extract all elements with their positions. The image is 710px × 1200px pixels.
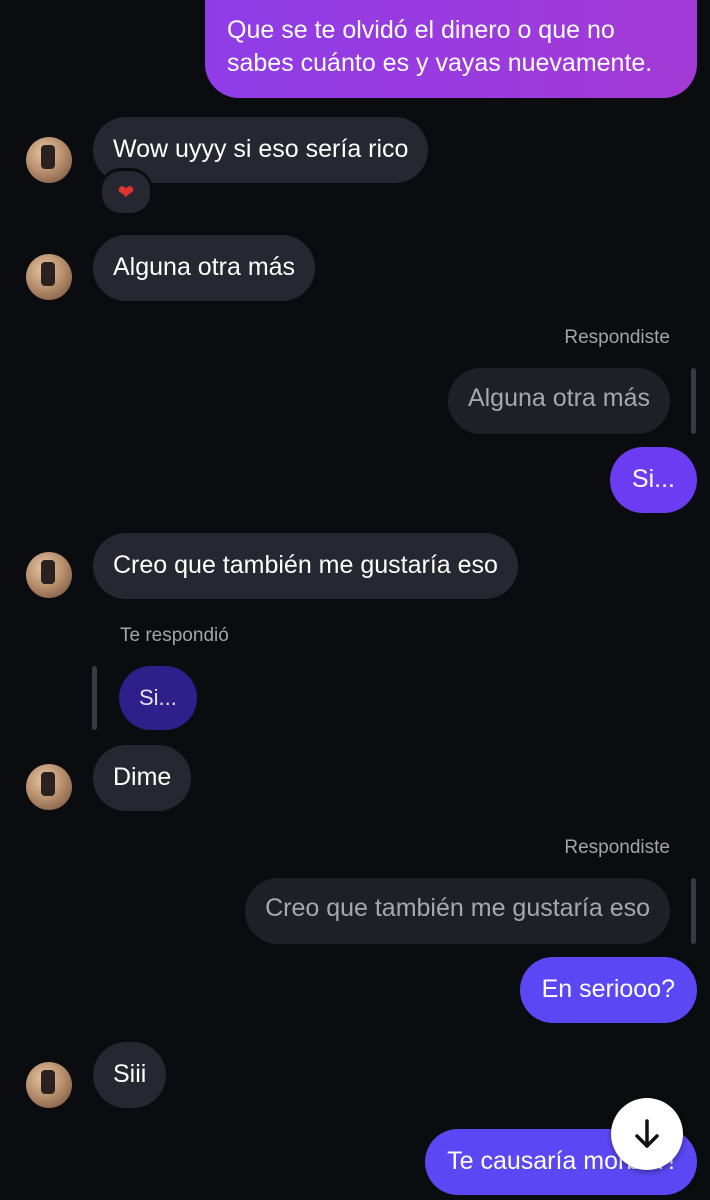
contact-avatar[interactable] bbox=[26, 1062, 72, 1108]
quoted-message[interactable]: Si... bbox=[119, 666, 197, 730]
outgoing-message-bubble[interactable]: Que se te olvidó el dinero o que no sabe… bbox=[205, 0, 697, 98]
quoted-message[interactable]: Alguna otra más bbox=[447, 368, 670, 434]
incoming-message-bubble[interactable]: Creo que también me gustaría eso bbox=[93, 533, 518, 599]
contact-avatar[interactable] bbox=[26, 254, 72, 300]
incoming-message-bubble[interactable]: Alguna otra más bbox=[93, 235, 316, 301]
message-text-line: sabes cuánto es y vayas nuevamente. bbox=[227, 49, 653, 77]
reply-label: Respondiste bbox=[564, 327, 670, 348]
contact-avatar[interactable] bbox=[26, 552, 72, 598]
outgoing-message-bubble[interactable]: En seriooo? bbox=[519, 957, 697, 1023]
chat-screen: Que se te olvidó el dinero o que no sabe… bbox=[0, 0, 710, 1200]
message-text: Si... bbox=[631, 465, 675, 493]
incoming-message-bubble[interactable]: Siii bbox=[93, 1042, 167, 1108]
quoted-text: Alguna otra más bbox=[467, 384, 650, 412]
heart-reaction-icon[interactable]: ❤ bbox=[99, 168, 153, 216]
message-text: Wow uyyy si eso sería rico bbox=[113, 135, 409, 163]
reaction-glyph: ❤ bbox=[117, 181, 135, 204]
incoming-message-bubble[interactable]: Dime bbox=[93, 745, 192, 811]
message-text-line: Que se te olvidó el dinero o que no bbox=[227, 16, 615, 44]
reply-label: Te respondió bbox=[120, 625, 229, 646]
message-text: Creo que también me gustaría eso bbox=[113, 551, 498, 579]
quote-bar bbox=[92, 666, 97, 730]
message-text: Alguna otra más bbox=[113, 253, 296, 281]
quoted-message[interactable]: Creo que también me gustaría eso bbox=[245, 878, 670, 944]
quote-bar bbox=[691, 368, 696, 434]
arrow-down-icon bbox=[635, 1119, 659, 1148]
message-text: Siii bbox=[113, 1060, 147, 1088]
contact-avatar[interactable] bbox=[26, 764, 72, 810]
message-text: En seriooo? bbox=[541, 975, 675, 1003]
message-text: Dime bbox=[113, 763, 172, 791]
outgoing-message-bubble[interactable]: Si... bbox=[609, 447, 697, 513]
contact-avatar[interactable] bbox=[26, 137, 72, 183]
reply-label: Respondiste bbox=[564, 837, 670, 858]
quoted-text: Si... bbox=[139, 685, 177, 710]
quoted-text: Creo que también me gustaría eso bbox=[265, 894, 650, 922]
scroll-to-bottom-button[interactable] bbox=[611, 1098, 683, 1170]
quote-bar bbox=[691, 878, 696, 944]
